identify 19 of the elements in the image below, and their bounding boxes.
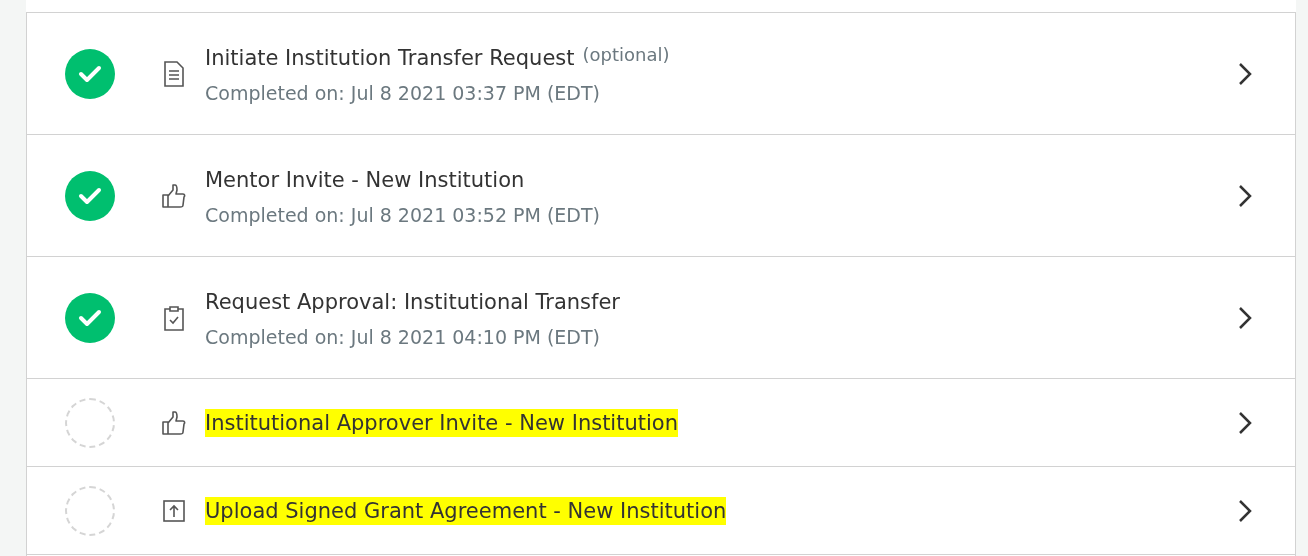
step-title: Mentor Invite - New Institution bbox=[205, 166, 525, 194]
optional-note: (optional) bbox=[582, 43, 670, 65]
document-icon bbox=[162, 59, 186, 88]
completed-date: Completed on: Jul 8 2021 04:10 PM (EDT) bbox=[205, 325, 601, 348]
chevron-right-icon[interactable] bbox=[1237, 409, 1253, 436]
chevron-right-icon[interactable] bbox=[1237, 182, 1253, 209]
step-title: Upload Signed Grant Agreement - New Institution bbox=[205, 496, 727, 525]
thumbs-up-icon bbox=[161, 182, 187, 209]
thumbs-up-icon bbox=[161, 409, 187, 436]
step-title: Institutional Approver Invite - New Institution bbox=[205, 408, 678, 437]
completed-date: Completed on: Jul 8 2021 03:37 PM (EDT) bbox=[205, 81, 601, 104]
clipboard-check-icon bbox=[162, 303, 186, 332]
step-title: Initiate Institution Transfer Request bbox=[205, 44, 575, 72]
upload-icon bbox=[162, 498, 186, 523]
chevron-right-icon[interactable] bbox=[1237, 304, 1253, 331]
chevron-right-icon[interactable] bbox=[1237, 60, 1253, 87]
completed-date: Completed on: Jul 8 2021 03:52 PM (EDT) bbox=[205, 203, 601, 226]
chevron-right-icon[interactable] bbox=[1237, 497, 1253, 524]
step-title: Request Approval: Institutional Transfer bbox=[205, 288, 620, 316]
